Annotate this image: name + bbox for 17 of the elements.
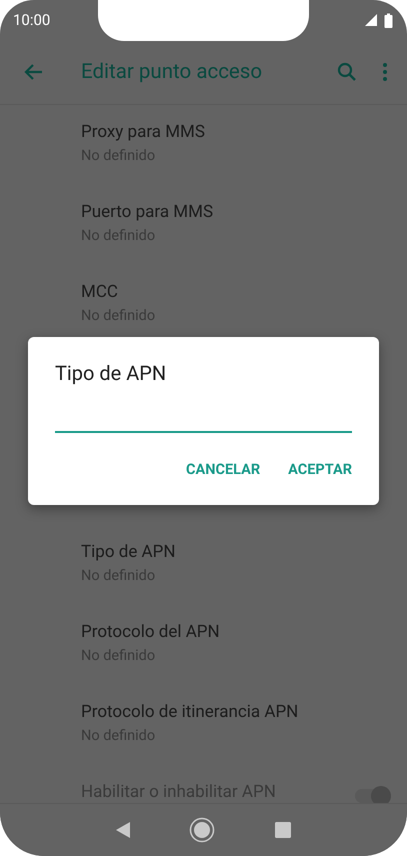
setting-title: Proxy para MMS <box>81 121 206 144</box>
back-icon[interactable] <box>115 821 132 839</box>
recent-apps-icon[interactable] <box>274 821 292 839</box>
setting-title: Protocolo de itinerancia APN <box>81 701 300 724</box>
battery-icon <box>384 12 393 28</box>
status-time: 10:00 <box>13 11 52 29</box>
screen-title: Editar punto acceso <box>81 60 264 84</box>
home-icon[interactable] <box>189 817 216 843</box>
signal-icon <box>364 13 378 27</box>
setting-title: Protocolo del APN <box>81 621 221 644</box>
accept-button[interactable]: ACEPTAR <box>280 453 360 486</box>
setting-title: MCC <box>81 281 119 304</box>
setting-title: Tipo de APN <box>81 541 176 564</box>
setting-title: Puerto para MMS <box>81 201 214 224</box>
cancel-button[interactable]: CANCELAR <box>178 453 268 486</box>
more-options-icon[interactable] <box>381 62 389 82</box>
dialog-title: Tipo de APN <box>55 360 168 387</box>
